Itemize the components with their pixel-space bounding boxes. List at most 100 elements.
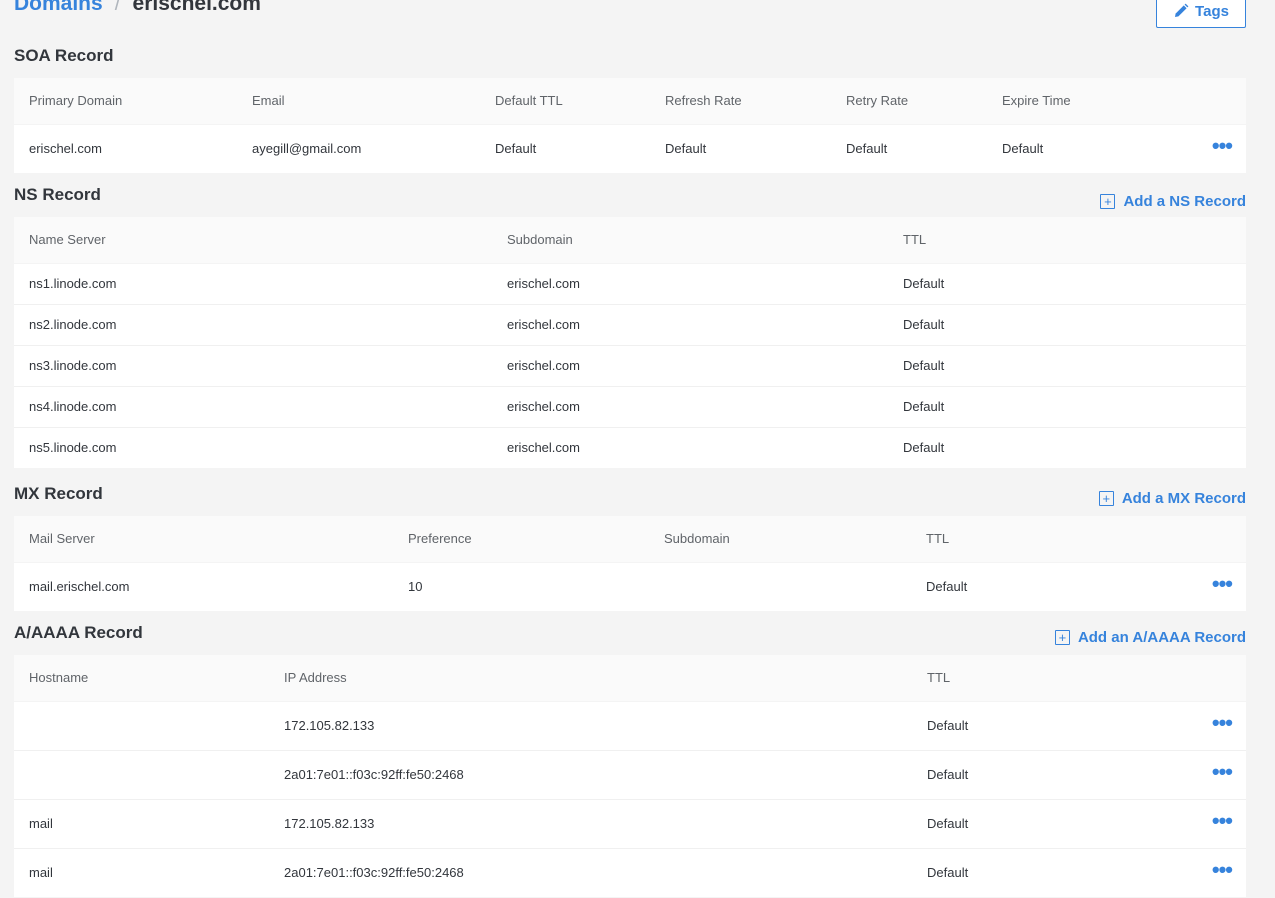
ns-ttl: Default <box>888 263 1246 305</box>
actions-header <box>1167 516 1246 563</box>
ns-subdomain: erischel.com <box>507 440 580 456</box>
add-mx-record-button[interactable]: + Add a MX Record <box>1098 490 1246 507</box>
a-ip-address: 2a01:7e01::f03c:92ff:fe50:2468 <box>284 865 464 881</box>
a-section-header: A/AAAA Record + Add an A/AAAA Record <box>14 621 1246 655</box>
ns-ttl: Default <box>903 440 945 456</box>
ns-name-server: ns4.linode.com <box>14 386 492 428</box>
column-header: TTL <box>911 516 1167 563</box>
soa-section-header: SOA Record <box>14 44 1246 78</box>
table-row: erischel.com ayegill@gmail.com Default D… <box>14 124 1246 173</box>
column-header: Expire Time <box>987 78 1167 125</box>
soa-expire-time: Default <box>1002 141 1044 157</box>
plus-box-icon: + <box>1100 194 1116 209</box>
column-header: Mail Server <box>14 516 393 563</box>
soa-retry-rate: Default <box>846 141 888 157</box>
column-header: Hostname <box>14 655 269 702</box>
column-header: IP Address <box>269 655 912 702</box>
a-hostname: mail <box>29 865 53 881</box>
ns-ttl: Default <box>888 386 1246 428</box>
a-ttl: Default <box>912 799 1167 849</box>
table-row: ns2.linode.com erischel.com Default <box>14 304 1246 346</box>
actions-header <box>1167 78 1246 125</box>
ellipsis-icon[interactable]: ••• <box>1212 573 1233 595</box>
ns-name-server: ns3.linode.com <box>14 345 492 387</box>
column-header: TTL <box>912 655 1167 702</box>
a-ttl: Default <box>912 701 1167 751</box>
table-row: mail 172.105.82.133 Default ••• <box>14 799 1246 849</box>
mx-section-title: MX Record <box>14 484 103 503</box>
soa-email: ayegill@gmail.com <box>252 141 362 157</box>
table-row: mail.erischel.com 10 Default ••• <box>14 562 1246 611</box>
ellipsis-icon[interactable]: ••• <box>1212 761 1233 783</box>
column-header: Name Server <box>14 217 492 264</box>
add-a-record-label: Add an A/AAAA Record <box>1077 629 1246 646</box>
mx-preference: 10 <box>408 579 423 595</box>
add-ns-record-button[interactable]: + Add a NS Record <box>1100 193 1246 210</box>
column-header: Preference <box>393 516 649 563</box>
row-actions: ••• <box>1167 562 1246 611</box>
add-mx-record-label: Add a MX Record <box>1121 490 1246 507</box>
breadcrumb: Domains / erischel.com <box>14 0 261 16</box>
row-actions: ••• <box>1167 848 1246 897</box>
row-actions: ••• <box>1167 701 1246 751</box>
topbar: Domains / erischel.com Tags <box>14 0 1246 44</box>
column-header: Subdomain <box>649 516 911 563</box>
ns-name-server: ns2.linode.com <box>14 304 492 346</box>
soa-refresh-rate: Default <box>665 141 707 157</box>
row-actions: ••• <box>1167 799 1246 849</box>
breadcrumb-separator: / <box>114 0 121 15</box>
a-ip-address: 172.105.82.133 <box>269 799 912 849</box>
a-ip-address: 172.105.82.133 <box>269 701 912 751</box>
actions-header <box>1167 655 1246 702</box>
ellipsis-icon[interactable]: ••• <box>1212 810 1233 832</box>
table-row: ns1.linode.com erischel.com Default <box>14 263 1246 305</box>
column-header: Primary Domain <box>14 78 237 125</box>
ns-section-title: NS Record <box>14 185 101 204</box>
tags-button-label: Tags <box>1195 2 1229 20</box>
table-row: ns4.linode.com erischel.com Default <box>14 386 1246 428</box>
ellipsis-icon[interactable]: ••• <box>1212 712 1233 734</box>
ns-subdomain: erischel.com <box>492 345 888 387</box>
table-row: mail 2a01:7e01::f03c:92ff:fe50:2468 Defa… <box>14 848 1246 897</box>
table-row: ns5.linode.com erischel.com Default <box>14 427 1246 468</box>
mx-mail-server: mail.erischel.com <box>29 579 130 595</box>
column-header: TTL <box>888 217 1246 264</box>
row-actions: ••• <box>1167 750 1246 800</box>
ns-section-header: NS Record + Add a NS Record <box>14 183 1246 217</box>
mx-section-header: MX Record + Add a MX Record <box>14 482 1246 516</box>
ns-ttl: Default <box>888 304 1246 346</box>
breadcrumb-domains-link[interactable]: Domains <box>14 0 103 15</box>
ns-subdomain: erischel.com <box>492 386 888 428</box>
column-header: Subdomain <box>492 217 888 264</box>
soa-primary-domain: erischel.com <box>29 141 102 157</box>
column-header: Email <box>237 78 480 125</box>
ns-name-server: ns1.linode.com <box>14 263 492 305</box>
ns-subdomain: erischel.com <box>492 263 888 305</box>
page-title: erischel.com <box>132 0 261 15</box>
row-actions: ••• <box>1167 124 1246 173</box>
add-ns-record-label: Add a NS Record <box>1123 193 1246 210</box>
a-ttl: Default <box>927 865 969 881</box>
pencil-icon <box>1175 3 1189 18</box>
column-header: Retry Rate <box>831 78 987 125</box>
mx-table: Mail Server Preference Subdomain TTL mai… <box>14 516 1246 611</box>
a-hostname <box>14 750 269 800</box>
column-header: Refresh Rate <box>650 78 831 125</box>
ellipsis-icon[interactable]: ••• <box>1212 135 1233 157</box>
soa-section-title: SOA Record <box>14 46 114 65</box>
domain-detail-page: Domains / erischel.com Tags SOA Record Pri… <box>14 0 1246 897</box>
a-table: Hostname IP Address TTL 172.105.82.133 D… <box>14 655 1246 897</box>
mx-ttl: Default <box>926 579 968 595</box>
a-ttl: Default <box>912 750 1167 800</box>
a-hostname: mail <box>14 799 269 849</box>
table-row: 172.105.82.133 Default ••• <box>14 701 1246 751</box>
plus-box-icon: + <box>1098 491 1114 506</box>
plus-box-icon: + <box>1054 630 1070 645</box>
add-a-record-button[interactable]: + Add an A/AAAA Record <box>1054 629 1246 646</box>
ns-table: Name Server Subdomain TTL ns1.linode.com… <box>14 217 1246 468</box>
tags-button[interactable]: Tags <box>1156 0 1246 28</box>
a-ip-address: 2a01:7e01::f03c:92ff:fe50:2468 <box>269 750 912 800</box>
table-row: 2a01:7e01::f03c:92ff:fe50:2468 Default •… <box>14 750 1246 800</box>
mx-subdomain <box>649 562 911 611</box>
ellipsis-icon[interactable]: ••• <box>1212 859 1233 881</box>
